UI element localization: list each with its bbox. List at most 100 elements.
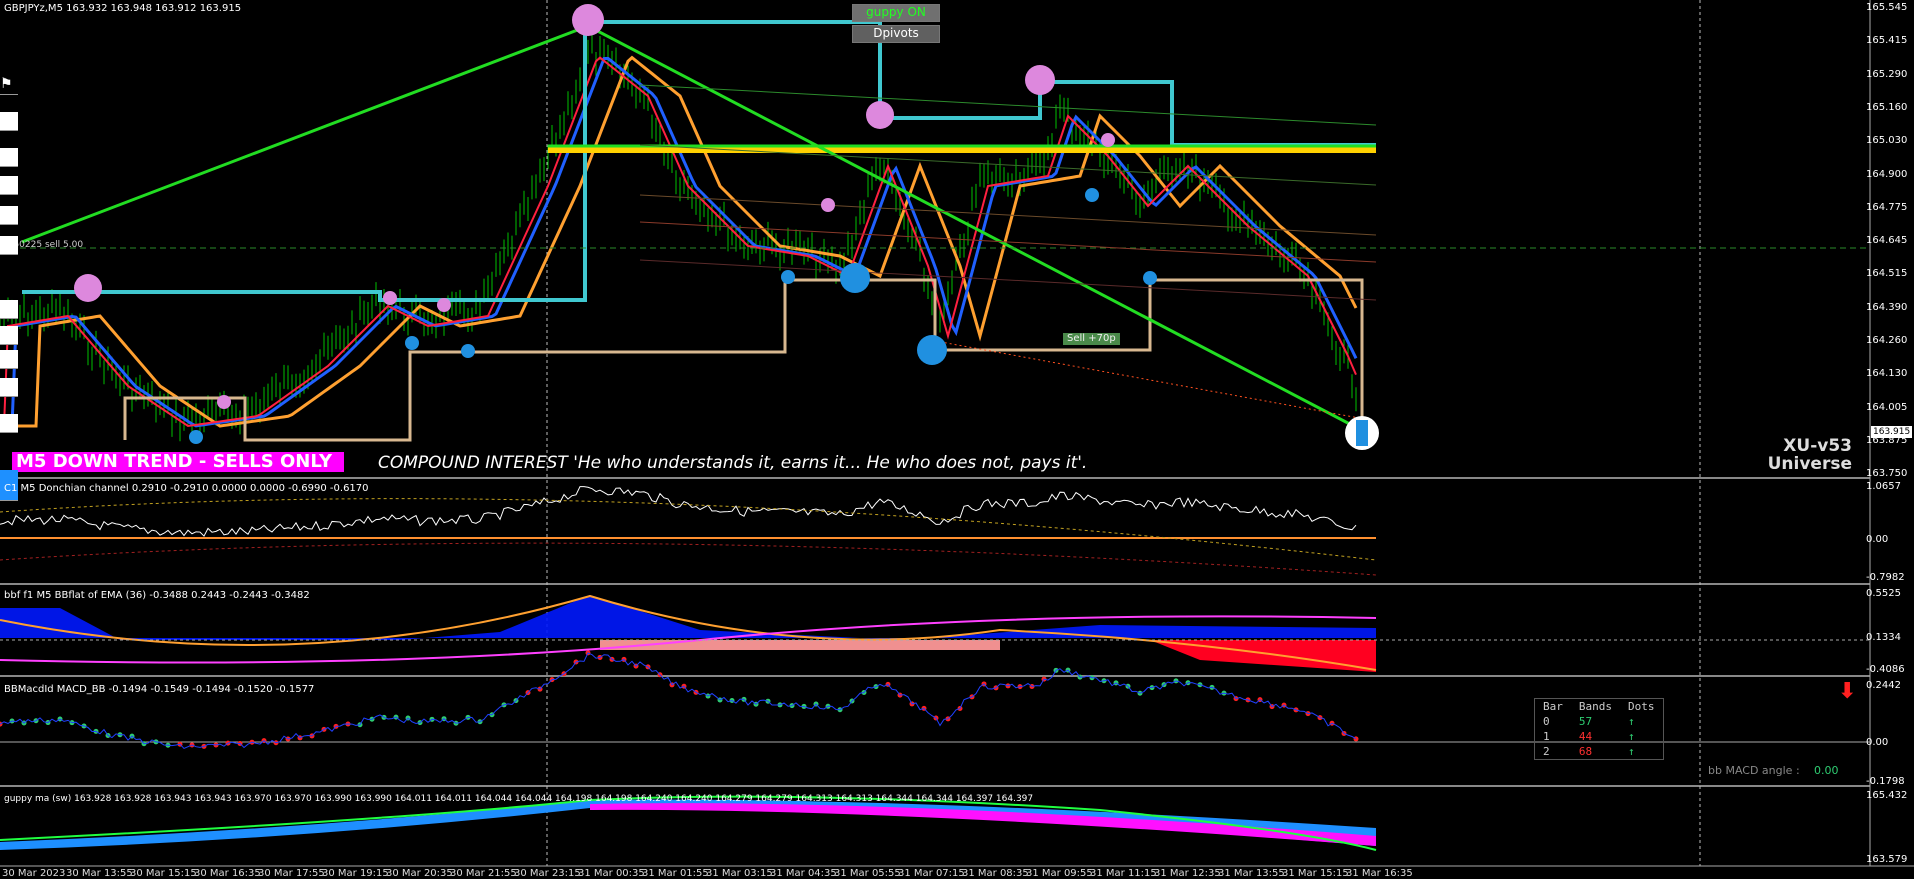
price-tick: 163.750 (1866, 468, 1908, 480)
time-tick: 30 Mar 17:55 (258, 868, 325, 879)
table-row: 2 68 ↑ (1535, 744, 1664, 760)
price-tick: 164.260 (1866, 335, 1908, 346)
time-tick: 31 Mar 13:55 (1218, 868, 1285, 879)
donchian-upper (0, 498, 1377, 561)
up-arrow-icon: ↑ (1628, 745, 1635, 758)
swing-high-dot (437, 298, 451, 312)
dots-header-dots: Dots (1628, 700, 1655, 713)
donchian-tick-top: 1.0657 (1866, 481, 1901, 492)
settings-icon[interactable] (0, 414, 18, 433)
time-tick: 31 Mar 01:55 (642, 868, 709, 879)
time-tick: 30 Mar 13:55 (66, 868, 133, 879)
swing-low-dot (1143, 271, 1157, 285)
guppy-tick-top: 165.432 (1866, 790, 1908, 801)
time-tick: 31 Mar 08:35 (962, 868, 1029, 879)
swing-high-dot (572, 4, 604, 36)
time-tick: 31 Mar 05:55 (834, 868, 901, 879)
eraser-icon[interactable] (0, 236, 18, 255)
cursor-icon[interactable] (0, 148, 18, 167)
swing-high-dot (1025, 65, 1055, 95)
macd-angle-value: 0.00 (1814, 764, 1839, 777)
time-tick: 30 Mar 2023 (2, 868, 66, 879)
price-tick: 164.130 (1866, 368, 1908, 380)
swing-high-dot (217, 395, 231, 409)
dots-header-bar: Bar (1543, 700, 1563, 713)
symbol-header: GBPJPYz,M5 163.932 163.948 163.912 163.9… (4, 3, 242, 14)
dots-bands: 44 (1578, 730, 1593, 743)
dots-bar: 1 (1543, 730, 1550, 743)
price-tick: 164.515 (1866, 268, 1908, 280)
pivot-support-line (123, 278, 1364, 442)
swing-high-dot (866, 101, 894, 129)
time-tick: 30 Mar 23:15 (514, 868, 581, 879)
dots-bands: 57 (1578, 715, 1593, 728)
swing-low-dot (917, 335, 947, 365)
swing-low-dot (840, 263, 870, 293)
target-line (929, 339, 1371, 421)
price-tick: 164.900 (1866, 168, 1908, 180)
pivot-resistance-line (22, 20, 1376, 302)
donchian-lower (0, 542, 1377, 576)
swing-low-dot (405, 336, 419, 350)
price-tick: 165.415 (1866, 35, 1908, 47)
up-arrow-icon: ↑ (1628, 715, 1635, 728)
time-tick: 31 Mar 09:55 (1026, 868, 1093, 879)
dots-header-bands: Bands (1578, 700, 1612, 713)
time-tick: 31 Mar 00:35 (578, 868, 645, 879)
trend-banner: M5 DOWN TREND - SELLS ONLY (12, 452, 345, 472)
price-tick: 164.390 (1866, 301, 1908, 313)
price-tick: 164.645 (1866, 235, 1908, 247)
price-tick: 165.030 (1866, 135, 1908, 147)
time-tick: 31 Mar 03:15 (706, 868, 773, 879)
pin-icon[interactable]: ⚑ (0, 76, 18, 95)
time-tick: 31 Mar 07:15 (898, 868, 965, 879)
dpivots-button[interactable]: Dpivots (852, 25, 940, 43)
swing-low-dot (461, 344, 475, 358)
undo-icon[interactable] (0, 300, 18, 319)
macd-tick-top: 0.2442 (1866, 680, 1901, 691)
swing-high-dot (383, 291, 397, 305)
dots-bands: 68 (1578, 745, 1593, 758)
guppy-toggle-button[interactable]: guppy ON (852, 4, 940, 22)
price-tick: 164.005 (1866, 401, 1908, 413)
screenshot-icon[interactable] (0, 378, 18, 397)
dots-table: Bar Bands Dots 0 57 ↑ 1 44 ↑ 2 68 ↑ (1534, 698, 1664, 760)
price-tick: 163.875 (1866, 434, 1908, 446)
line-tool-icon[interactable] (0, 206, 18, 225)
zigzag-trend-line (21, 24, 1366, 434)
time-tick: 31 Mar 16:35 (1346, 868, 1413, 879)
time-tick: 30 Mar 15:15 (130, 868, 197, 879)
table-row: 0 57 ↑ (1535, 714, 1664, 729)
up-arrow-icon: ↑ (1628, 730, 1635, 743)
bbflat-histogram-pink (600, 640, 1000, 650)
swing-low-dot (189, 430, 203, 444)
macd-line (0, 652, 1357, 750)
bbflat-tick-bottom: -0.4086 (1866, 664, 1905, 675)
time-tick: 30 Mar 19:15 (322, 868, 389, 879)
down-arrow-icon: ⬇ (1838, 679, 1857, 704)
time-tick: 31 Mar 11:15 (1090, 868, 1157, 879)
macd-tick-bottom: -0.1798 (1866, 776, 1905, 787)
dots-bar: 2 (1543, 745, 1550, 758)
bbflat-tick-top: 0.5525 (1866, 588, 1901, 599)
time-tick: 31 Mar 15:15 (1282, 868, 1349, 879)
swing-low-dot (781, 270, 795, 284)
swing-high-dot (821, 198, 835, 212)
pencil-icon[interactable] (0, 176, 18, 195)
donchian-tick-bottom: -0.7982 (1866, 572, 1905, 583)
fast-ma-line (0, 56, 1358, 428)
time-tick: 30 Mar 16:35 (194, 868, 261, 879)
table-row: 1 44 ↑ (1535, 729, 1664, 744)
macd-pane-title: BBMacdId MACD_BB -0.1494 -0.1549 -0.1494… (4, 684, 315, 695)
trash-icon[interactable] (0, 326, 18, 345)
swing-high-dot (74, 274, 102, 302)
sell-profit-label: Sell +70p (1063, 333, 1120, 345)
dots-bar: 0 (1543, 715, 1550, 728)
eye-icon[interactable] (0, 112, 18, 131)
current-bar-marker-fill (1356, 420, 1368, 446)
compound-interest-quote: COMPOUND INTEREST 'He who understands it… (378, 453, 1088, 473)
camera-icon[interactable] (0, 350, 18, 369)
macd-angle-label: bb MACD angle : (1708, 764, 1800, 777)
price-tick: 165.290 (1866, 68, 1908, 80)
price-tick: 165.545 (1866, 2, 1908, 13)
